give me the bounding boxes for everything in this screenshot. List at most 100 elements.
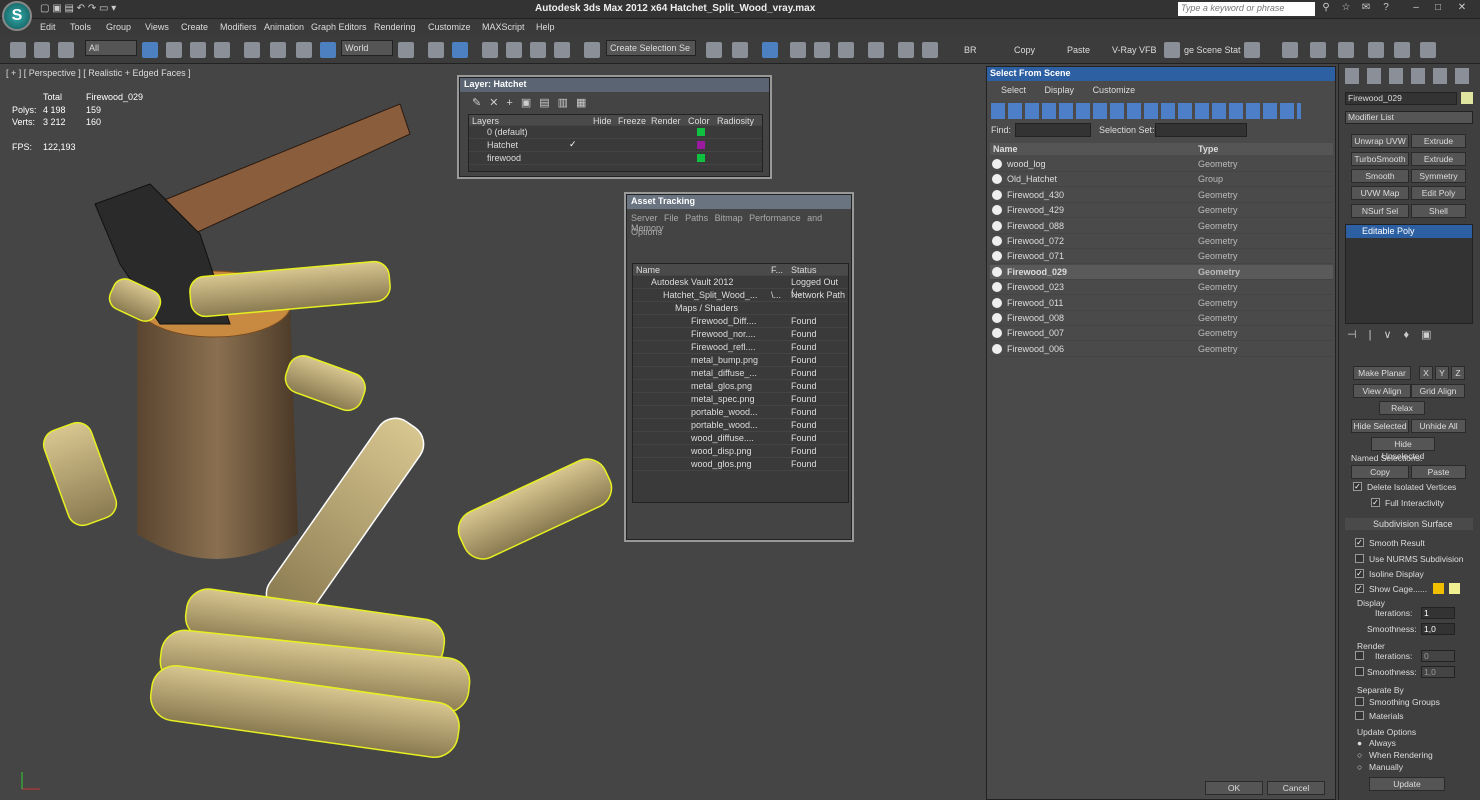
mod-editpoly-button[interactable]: Edit Poly (1411, 186, 1466, 200)
sfs-col-type[interactable]: Type (1198, 144, 1218, 154)
scene-object-row[interactable]: Firewood_007 Geometry (990, 326, 1333, 342)
menu-modifiers[interactable]: Modifiers (220, 22, 257, 32)
star-icon[interactable]: ☆ (1338, 2, 1354, 16)
asset-row[interactable]: Maps / Shaders (633, 302, 848, 315)
layer-manager-icon[interactable] (762, 42, 778, 58)
asset-menu-file[interactable]: File (664, 213, 679, 223)
smoothness-spinner[interactable]: 1,0 (1421, 623, 1455, 635)
materials-checkbox[interactable] (1355, 711, 1364, 720)
layer-color-swatch[interactable] (697, 128, 705, 136)
selection-set-dropdown[interactable] (1155, 123, 1247, 137)
asset-row[interactable]: wood_disp.png Found (633, 445, 848, 458)
scene-object-row[interactable]: Firewood_008 Geometry (990, 311, 1333, 326)
angle-snap-icon[interactable] (506, 42, 522, 58)
mod-shell-button[interactable]: Shell (1411, 204, 1466, 218)
make-planar-button[interactable]: Make Planar (1353, 366, 1411, 380)
stack-item-editable-poly[interactable]: Editable Poly (1346, 225, 1472, 238)
update-button[interactable]: Update (1369, 777, 1445, 791)
view-align-button[interactable]: View Align (1353, 384, 1411, 398)
link-icon[interactable] (10, 42, 26, 58)
always-radio-icon[interactable]: ● (1357, 738, 1362, 748)
mod-extrude2-button[interactable]: Extrude (1411, 152, 1466, 166)
scene-object-row[interactable]: wood_log Geometry (990, 157, 1333, 172)
uniform-scale-icon[interactable] (320, 42, 336, 58)
cage-color-1[interactable] (1433, 583, 1444, 594)
ok-button[interactable]: OK (1205, 781, 1263, 795)
hide-unselected-button[interactable]: Hide Unselected (1371, 437, 1435, 461)
tool-e-icon[interactable] (1394, 42, 1410, 58)
spinner-snap-icon[interactable] (554, 42, 570, 58)
subdivision-rollout-header[interactable]: Subdivision Surface (1345, 518, 1473, 530)
select-object-icon[interactable] (142, 42, 158, 58)
asset-row[interactable]: Autodesk Vault 2012 Logged Out (... (633, 276, 848, 297)
close-button[interactable]: ✕ (1454, 2, 1470, 16)
minimize-button[interactable]: – (1408, 2, 1424, 16)
scene-state-icon[interactable] (1164, 42, 1180, 58)
keyboard-shortcut-icon[interactable] (452, 42, 468, 58)
help-icon[interactable]: ? (1378, 2, 1394, 16)
paste-sel-button[interactable]: Paste (1411, 465, 1466, 479)
asset-menu-options[interactable]: Options (631, 227, 662, 237)
scene-object-row[interactable]: Firewood_006 Geometry (990, 342, 1333, 357)
menu-views[interactable]: Views (145, 22, 169, 32)
search-input[interactable]: Type a keyword or phrase (1178, 2, 1315, 16)
copy-sel-button[interactable]: Copy (1351, 465, 1409, 479)
layer-row[interactable]: Hatchet ✓ (469, 139, 762, 152)
snaps-toggle-icon[interactable] (482, 42, 498, 58)
unlink-icon[interactable] (34, 42, 50, 58)
menu-maxscript[interactable]: MAXScript (482, 22, 525, 32)
smoothing-groups-checkbox[interactable] (1355, 697, 1364, 706)
menu-group[interactable]: Group (106, 22, 131, 32)
select-scale-icon[interactable] (296, 42, 312, 58)
render-smooth-checkbox[interactable] (1355, 667, 1364, 676)
menu-animation[interactable]: Animation (264, 22, 304, 32)
asset-row[interactable]: wood_diffuse.... Found (633, 432, 848, 445)
binoculars-icon[interactable]: ⚲ (1318, 2, 1334, 16)
planar-z-button[interactable]: Z (1451, 366, 1465, 380)
asset-row[interactable]: wood_glos.png Found (633, 458, 848, 471)
nurms-checkbox[interactable] (1355, 554, 1364, 563)
pivot-center-icon[interactable] (398, 42, 414, 58)
select-rotate-icon[interactable] (270, 42, 286, 58)
layer-toolbar-icons[interactable]: ✎✕+▣▤▥▦ (472, 96, 632, 110)
menu-help[interactable]: Help (536, 22, 555, 32)
selection-filter-dropdown[interactable]: All (85, 40, 137, 56)
mod-nsurfsel-button[interactable]: NSurf Sel (1351, 204, 1409, 218)
asset-menu-server[interactable]: Server (631, 213, 658, 223)
sfs-menu-customize[interactable]: Customize (1093, 85, 1136, 95)
rect-selection-icon[interactable] (190, 42, 206, 58)
material-editor-icon[interactable] (868, 42, 884, 58)
object-color-swatch[interactable] (1461, 92, 1473, 104)
full-interactivity-checkbox[interactable]: ✓ (1371, 498, 1380, 507)
quick-access-toolbar[interactable]: ▢ ▣ ▤ ↶ ↷ ▭ ▾ (40, 3, 116, 14)
delete-isolated-checkbox[interactable]: ✓ (1353, 482, 1362, 491)
schematic-view-icon[interactable] (838, 42, 854, 58)
bind-spacewarp-icon[interactable] (58, 42, 74, 58)
scene-object-row[interactable]: Firewood_029 Geometry (990, 264, 1333, 280)
sfs-menu-display[interactable]: Display (1045, 85, 1075, 95)
planar-y-button[interactable]: Y (1435, 366, 1449, 380)
manipulate-icon[interactable] (428, 42, 444, 58)
scene-object-row[interactable]: Firewood_429 Geometry (990, 203, 1333, 219)
asset-menu-paths[interactable]: Paths (685, 213, 708, 223)
find-input[interactable] (1015, 123, 1091, 137)
graphite-toggle-icon[interactable] (790, 42, 806, 58)
vray-vfb-button[interactable]: V-Ray VFB (1112, 45, 1157, 55)
select-by-name-icon[interactable] (166, 42, 182, 58)
menu-rendering[interactable]: Rendering (374, 22, 416, 32)
named-selection-dropdown[interactable]: Create Selection Se (606, 40, 696, 56)
asset-row[interactable]: Hatchet_Split_Wood_... \... Network Path (633, 289, 848, 302)
scene-object-row[interactable]: Firewood_071 Geometry (990, 249, 1333, 265)
align-icon[interactable] (732, 42, 748, 58)
reference-coord-dropdown[interactable]: World (341, 40, 393, 56)
mod-unwrap-button[interactable]: Unwrap UVW (1351, 134, 1409, 148)
signin-icon[interactable]: ✉ (1358, 2, 1374, 16)
when-rendering-radio-icon[interactable]: ○ (1357, 750, 1362, 760)
skull-icon[interactable] (1244, 42, 1260, 58)
tool-a-icon[interactable] (1282, 42, 1298, 58)
select-move-icon[interactable] (244, 42, 260, 58)
mirror-icon[interactable] (706, 42, 722, 58)
active-check-icon[interactable]: ✓ (569, 139, 577, 150)
asset-row[interactable]: Firewood_refl.... Found (633, 341, 848, 354)
mod-turbosmooth-button[interactable]: TurboSmooth (1351, 152, 1409, 166)
